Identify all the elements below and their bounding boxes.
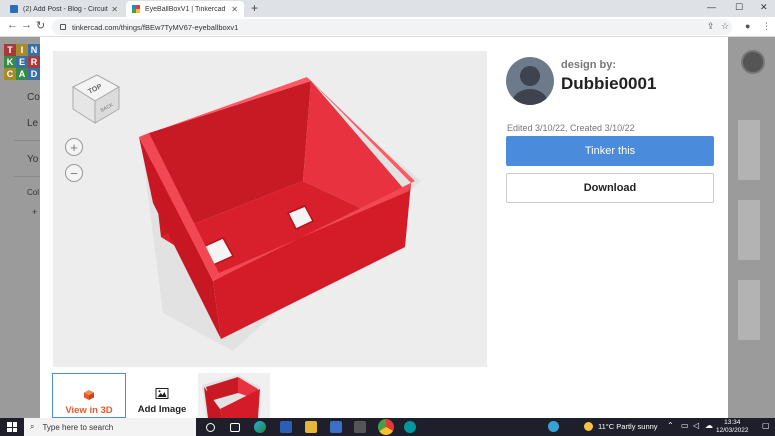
edited-date: Edited 3/10/22, Created 3/10/22 bbox=[507, 123, 635, 133]
close-window-icon[interactable]: ✕ bbox=[760, 2, 768, 13]
designer-name[interactable]: Dubbie0001 bbox=[561, 74, 656, 94]
clock-time: 13:34 bbox=[724, 419, 741, 426]
close-tab-icon[interactable]: ✕ bbox=[111, 5, 118, 14]
search-placeholder: Type here to search bbox=[42, 422, 114, 432]
browser-tab-bar: (2) Add Post - Blog - Circuit Proto ✕ Ey… bbox=[0, 0, 775, 17]
divider bbox=[14, 176, 40, 177]
minimize-icon[interactable]: — bbox=[707, 2, 716, 12]
show-hidden-icons-icon[interactable]: ⌃ bbox=[667, 421, 674, 430]
bookmark-star-icon[interactable]: ☆ bbox=[721, 21, 729, 32]
download-button[interactable]: Download bbox=[506, 173, 714, 203]
clock-date: 12/03/2022 bbox=[716, 427, 749, 434]
image-icon bbox=[155, 388, 169, 399]
red-box-thumbnail bbox=[202, 375, 260, 418]
windows-start-icon[interactable] bbox=[7, 422, 17, 432]
tab-add-post[interactable]: (2) Add Post - Blog - Circuit Proto ✕ bbox=[4, 1, 124, 17]
add-image-thumb[interactable]: Add Image bbox=[132, 373, 192, 418]
user-avatar[interactable] bbox=[741, 50, 765, 74]
weather-text: 11°C Partly sunny bbox=[598, 422, 658, 431]
background-card bbox=[738, 280, 760, 340]
task-view-icon[interactable] bbox=[230, 423, 240, 432]
tab-title: EyeBallBoxV1 | Tinkercad bbox=[145, 5, 226, 13]
add-image-label: Add Image bbox=[137, 404, 187, 415]
sidebar-item: Le bbox=[27, 118, 39, 129]
model-image-thumb[interactable] bbox=[198, 373, 270, 418]
background-card bbox=[738, 200, 760, 260]
url-text: tinkercad.com/things/fBEw7TyMV67-eyeball… bbox=[72, 22, 239, 32]
network-icon[interactable]: ▭ bbox=[681, 421, 689, 430]
close-tab-icon[interactable]: ✕ bbox=[231, 5, 238, 14]
taskbar-search-input[interactable]: ⌕ Type here to search bbox=[24, 418, 196, 436]
mail-icon[interactable] bbox=[280, 421, 292, 433]
cloud-icon[interactable]: ☁ bbox=[705, 421, 713, 430]
tinker-this-button[interactable]: Tinker this bbox=[506, 136, 714, 166]
view-in-3d-thumb[interactable]: View in 3D bbox=[52, 373, 126, 418]
design-by-label: design by: bbox=[561, 59, 617, 71]
partly-sunny-icon bbox=[584, 422, 593, 431]
store-icon[interactable] bbox=[354, 421, 366, 433]
maximize-icon[interactable]: ☐ bbox=[735, 2, 743, 13]
wordpress-icon bbox=[10, 5, 18, 13]
share-icon[interactable]: ⇪ bbox=[707, 21, 715, 32]
design-detail-modal: TOP BACK + − design by: Dubbie0001 Edite… bbox=[40, 37, 728, 418]
designer-avatar[interactable] bbox=[506, 57, 554, 105]
profile-icon[interactable]: ● bbox=[745, 21, 750, 31]
reload-icon[interactable]: ↻ bbox=[36, 19, 45, 32]
address-bar: ← → ↻ tinkercad.com/things/fBEw7TyMV67-e… bbox=[0, 17, 775, 37]
menu-dots-icon[interactable]: ⋮ bbox=[762, 21, 771, 32]
tinkercad-logo: T I N K E R C A D bbox=[4, 44, 40, 80]
windows-taskbar: ⌕ Type here to search 11°C Partly sunny … bbox=[0, 418, 775, 436]
tinkercad-icon bbox=[132, 5, 140, 13]
forward-icon[interactable]: → bbox=[21, 19, 32, 31]
chrome-icon[interactable] bbox=[378, 419, 394, 435]
arduino-icon[interactable] bbox=[404, 421, 416, 433]
lock-icon bbox=[60, 24, 66, 30]
tab-title: (2) Add Post - Blog - Circuit Proto bbox=[23, 5, 108, 13]
tab-tinkercad[interactable]: EyeBallBoxV1 | Tinkercad ✕ bbox=[126, 1, 244, 17]
notifications-icon[interactable]: ▢ bbox=[762, 421, 770, 430]
edge-browser-icon[interactable] bbox=[254, 421, 266, 433]
default-user-icon bbox=[512, 66, 548, 105]
help-icon[interactable] bbox=[548, 421, 559, 432]
sidebar-item: Co bbox=[27, 92, 40, 103]
back-icon[interactable]: ← bbox=[7, 19, 18, 31]
file-explorer-icon[interactable] bbox=[305, 421, 317, 433]
weather-widget[interactable]: 11°C Partly sunny bbox=[584, 422, 658, 431]
cortana-icon[interactable] bbox=[206, 423, 215, 432]
background-card bbox=[738, 120, 760, 180]
sidebar-item: Yo bbox=[27, 154, 39, 165]
sidebar-item: Col bbox=[27, 188, 40, 197]
cube-icon bbox=[84, 390, 94, 400]
search-icon: ⌕ bbox=[30, 422, 35, 431]
red-box-model[interactable] bbox=[53, 51, 487, 367]
divider bbox=[14, 140, 40, 141]
system-clock[interactable]: 13:34 12/03/2022 bbox=[716, 419, 749, 435]
view-in-3d-label: View in 3D bbox=[65, 405, 113, 416]
new-tab-button[interactable]: + bbox=[251, 1, 258, 15]
sidebar-plus: + bbox=[32, 207, 38, 217]
word-icon[interactable] bbox=[330, 421, 342, 433]
volume-icon[interactable]: ◁ bbox=[693, 421, 699, 430]
url-field[interactable]: tinkercad.com/things/fBEw7TyMV67-eyeball… bbox=[52, 19, 732, 35]
3d-viewer[interactable]: TOP BACK + − bbox=[53, 51, 487, 367]
